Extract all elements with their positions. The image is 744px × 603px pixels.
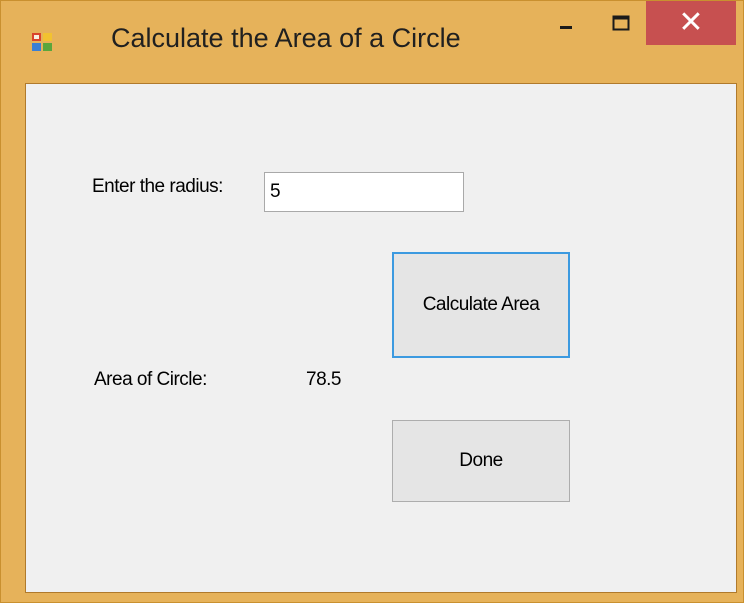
radius-label: Enter the radius: [92,176,223,197]
minimize-button[interactable] [541,1,591,49]
maximize-button[interactable] [596,1,646,49]
done-button[interactable]: Done [392,420,570,502]
calculate-area-button[interactable]: Calculate Area [392,252,570,358]
area-value: 78.5 [306,369,341,390]
radius-input[interactable] [264,172,464,212]
app-window: Calculate the Area of a Circle ✕ Enter t… [0,0,744,603]
title-bar[interactable]: Calculate the Area of a Circle ✕ [1,1,743,83]
area-label: Area of Circle: [94,369,207,390]
form-client-area: Enter the radius: Calculate Area Area of… [25,83,737,593]
minimize-icon [558,15,574,36]
close-icon: ✕ [678,5,704,40]
window-title: Calculate the Area of a Circle [111,23,461,53]
close-button[interactable]: ✕ [646,1,736,45]
maximize-icon [612,15,630,36]
app-icon[interactable] [31,31,53,53]
